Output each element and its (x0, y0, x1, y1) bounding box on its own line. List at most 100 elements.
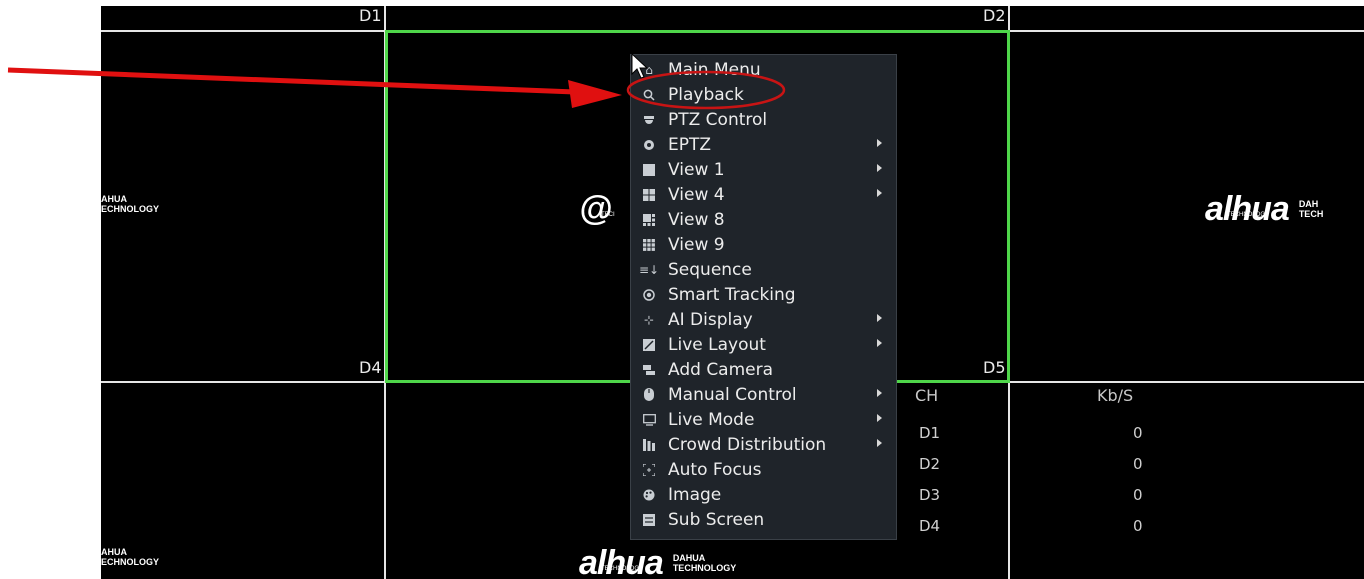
menu-item-smart-tracking[interactable]: Smart Tracking (631, 282, 896, 307)
sub-screen-icon (642, 513, 656, 527)
menu-item-label: Sequence (668, 259, 752, 280)
view1-icon (642, 163, 656, 177)
menu-item-view-1[interactable]: View 1 (631, 157, 896, 182)
logo-sub: TECHNOLOGY (601, 566, 644, 572)
logo-line1: AHUA (101, 547, 127, 557)
logo-sub: TECHNOLOGY (1227, 212, 1270, 218)
menu-item-label: Add Camera (668, 359, 774, 380)
stats-row-rate: 0 (1133, 517, 1143, 535)
view4-icon (642, 188, 656, 202)
submenu-arrow-icon (877, 414, 882, 422)
submenu-arrow-icon (877, 439, 882, 447)
sequence-icon: ≡↓ (638, 262, 660, 277)
submenu-arrow-icon (877, 189, 882, 197)
menu-item-sequence[interactable]: ≡↓ Sequence (631, 257, 896, 282)
smart-tracking-icon (642, 288, 656, 302)
stats-header-rate: Kb/S (1097, 386, 1134, 405)
menu-item-label: Live Layout (668, 334, 766, 355)
logo-text: DAHUA TECHNOLOGY (673, 553, 737, 573)
logo-line1: DAHUA (672, 553, 706, 563)
menu-item-label: Crowd Distribution (668, 434, 827, 455)
logo-line2: TECH (1298, 209, 1324, 219)
submenu-arrow-icon (877, 139, 882, 147)
channel-logo-left-top: AHUA ECHNOLOGY (101, 194, 159, 214)
search-icon (642, 88, 656, 102)
menu-item-label: View 9 (668, 234, 725, 255)
channel-label-d2: D2 (983, 6, 1006, 25)
menu-item-live-layout[interactable]: Live Layout (631, 332, 896, 357)
menu-item-label: View 4 (668, 184, 725, 205)
view9-icon (642, 238, 656, 252)
live-view-context-menu: ⌂ Main Menu Playback PTZ Control EPTZ Vi… (630, 54, 897, 540)
menu-item-label: AI Display (668, 309, 753, 330)
stats-row-ch: D4 (919, 517, 941, 535)
menu-item-label: Manual Control (668, 384, 797, 405)
submenu-arrow-icon (877, 164, 882, 172)
channel-logo-center-top: @ TECI (579, 192, 615, 226)
logo-line1: AHUA (101, 194, 127, 204)
menu-item-label: EPTZ (668, 134, 712, 155)
menu-item-label: Auto Focus (668, 459, 762, 480)
eptz-icon (642, 138, 656, 152)
stats-header-ch: CH (915, 386, 939, 405)
menu-item-manual-control[interactable]: Manual Control (631, 382, 896, 407)
stats-row-ch: D3 (919, 486, 941, 504)
dahua-logo-mark: alhua TECHNOLOGY (1205, 192, 1290, 226)
focus-icon (642, 463, 656, 477)
stats-row-rate: 0 (1133, 455, 1143, 473)
channel-logo-center-bottom: alhua TECHNOLOGY DAHUA TECHNOLOGY (579, 546, 736, 579)
ptz-dome-icon (642, 113, 656, 127)
view8-icon (642, 213, 656, 227)
stats-row-rate: 0 (1133, 486, 1143, 504)
menu-item-label: Smart Tracking (668, 284, 796, 305)
stats-row-ch: D2 (919, 455, 941, 473)
stats-row-ch: D1 (919, 424, 941, 442)
menu-item-label: Image (668, 484, 722, 505)
menu-item-ai-display[interactable]: ⊹ AI Display (631, 307, 896, 332)
menu-item-crowd-distribution[interactable]: Crowd Distribution (631, 432, 896, 457)
menu-item-label: View 8 (668, 209, 725, 230)
menu-item-label: Main Menu (668, 59, 761, 80)
menu-item-live-mode[interactable]: Live Mode (631, 407, 896, 432)
menu-item-playback[interactable]: Playback (631, 82, 896, 107)
channel-label-d5: D5 (983, 358, 1006, 377)
live-layout-icon (642, 338, 656, 352)
menu-item-view-8[interactable]: View 8 (631, 207, 896, 232)
menu-item-auto-focus[interactable]: Auto Focus (631, 457, 896, 482)
menu-item-view-9[interactable]: View 9 (631, 232, 896, 257)
dahua-logo-mark: alhua TECHNOLOGY (579, 546, 664, 579)
channel-logo-left-bottom: AHUA ECHNOLOGY (101, 547, 159, 567)
ai-display-icon: ⊹ (643, 312, 655, 327)
menu-item-sub-screen[interactable]: Sub Screen (631, 507, 896, 532)
submenu-arrow-icon (877, 314, 882, 322)
submenu-arrow-icon (877, 389, 882, 397)
mouse-icon (642, 388, 656, 402)
menu-item-label: PTZ Control (668, 109, 768, 130)
menu-item-label: Sub Screen (668, 509, 765, 530)
logo-line2: ECHNOLOGY (101, 557, 160, 567)
channel-label-d1: D1 (359, 6, 382, 25)
crowd-icon (642, 438, 656, 452)
logo-line2: TECHNOLOGY (672, 563, 737, 573)
home-icon: ⌂ (645, 62, 653, 77)
menu-item-main-menu[interactable]: ⌂ Main Menu (631, 57, 896, 82)
logo-line2: ECHNOLOGY (101, 204, 160, 214)
dahua-logo-mark: @ TECI (579, 192, 615, 226)
menu-item-view-4[interactable]: View 4 (631, 182, 896, 207)
menu-item-label: Playback (668, 84, 744, 105)
add-camera-icon (642, 363, 656, 377)
submenu-arrow-icon (877, 339, 882, 347)
menu-item-ptz-control[interactable]: PTZ Control (631, 107, 896, 132)
monitor-icon (642, 413, 656, 427)
logo-line1: DAH (1298, 199, 1319, 209)
menu-item-label: View 1 (668, 159, 725, 180)
menu-item-add-camera[interactable]: Add Camera (631, 357, 896, 382)
menu-item-eptz[interactable]: EPTZ (631, 132, 896, 157)
menu-item-image[interactable]: Image (631, 482, 896, 507)
channel-logo-right: alhua TECHNOLOGY DAH TECH (1205, 192, 1323, 226)
logo-text: DAH TECH (1299, 199, 1324, 219)
channel-label-d4: D4 (359, 358, 382, 377)
logo-sub: TECI (601, 212, 615, 218)
menu-item-label: Live Mode (668, 409, 755, 430)
stats-row-rate: 0 (1133, 424, 1143, 442)
